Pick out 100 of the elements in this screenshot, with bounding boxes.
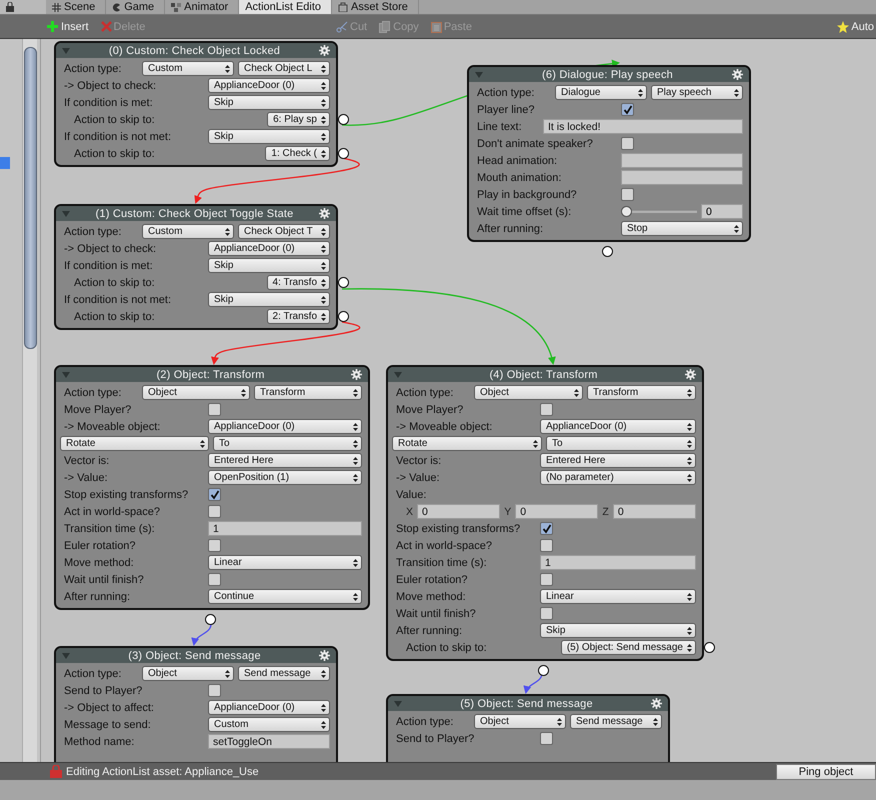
- node-title-bar[interactable]: (1) Custom: Check Object Toggle State: [56, 206, 336, 221]
- checkbox[interactable]: [208, 539, 221, 552]
- node-title-bar[interactable]: (5) Object: Send message: [388, 696, 668, 711]
- checkbox[interactable]: [540, 732, 553, 745]
- action-node[interactable]: (3) Object: Send message Action type: Object Send message Send to Player? -> Object to affect: ApplianceDoor (0) Message to send: Custom Method name: setToggleOn: [54, 646, 338, 762]
- dropdown[interactable]: Skip: [208, 129, 330, 144]
- toolbar-button[interactable]: Auto: [835, 20, 876, 32]
- dropdown[interactable]: Linear: [208, 555, 362, 570]
- dropdown[interactable]: Rotate: [60, 436, 209, 451]
- output-port[interactable]: [338, 311, 349, 322]
- dropdown[interactable]: Entered Here: [208, 453, 362, 468]
- slider-thumb[interactable]: [621, 206, 632, 217]
- checkbox[interactable]: [208, 403, 221, 416]
- dropdown[interactable]: Dialogue: [555, 85, 647, 100]
- gear-icon[interactable]: [732, 69, 743, 80]
- dropdown[interactable]: Object: [142, 385, 250, 400]
- gear-icon[interactable]: [319, 45, 330, 56]
- dropdown[interactable]: To: [213, 436, 362, 451]
- checkbox[interactable]: [540, 573, 553, 586]
- dropdown[interactable]: OpenPosition (1): [208, 470, 362, 485]
- tab[interactable]: Scene: [46, 0, 106, 14]
- input-field[interactable]: [621, 153, 743, 168]
- dropdown[interactable]: Custom: [142, 224, 234, 239]
- node-title-bar[interactable]: (4) Object: Transform: [388, 367, 702, 382]
- input-field[interactable]: 0: [417, 504, 500, 519]
- checkbox[interactable]: [540, 539, 553, 552]
- checkbox[interactable]: [540, 522, 553, 535]
- dropdown[interactable]: (5) Object: Send message: [560, 640, 696, 655]
- output-port[interactable]: [338, 114, 349, 125]
- gear-icon[interactable]: [351, 369, 362, 380]
- input-field[interactable]: 1: [208, 521, 362, 536]
- dropdown[interactable]: Object: [474, 714, 566, 729]
- dropdown[interactable]: (No parameter): [540, 470, 696, 485]
- input-field[interactable]: It is locked!: [543, 119, 743, 134]
- tab[interactable]: Asset Store: [332, 0, 419, 14]
- gear-icon[interactable]: [651, 698, 662, 709]
- scrollbar[interactable]: [22, 39, 37, 762]
- dropdown[interactable]: Entered Here: [540, 453, 696, 468]
- node-title-bar[interactable]: (2) Object: Transform: [56, 367, 368, 382]
- node-title-bar[interactable]: (3) Object: Send message: [56, 648, 336, 663]
- dropdown[interactable]: Check Object L: [238, 61, 330, 76]
- checkbox[interactable]: [540, 607, 553, 620]
- dropdown[interactable]: 1: Check (: [265, 146, 330, 161]
- gear-icon[interactable]: [319, 208, 330, 219]
- checkbox[interactable]: [208, 573, 221, 586]
- output-port[interactable]: [338, 277, 349, 288]
- output-port[interactable]: [338, 148, 349, 159]
- dropdown[interactable]: Object: [474, 385, 583, 400]
- checkbox[interactable]: [621, 188, 634, 201]
- input-field[interactable]: setToggleOn: [208, 734, 330, 749]
- dropdown[interactable]: To: [546, 436, 696, 451]
- dropdown[interactable]: Transform: [587, 385, 696, 400]
- dropdown[interactable]: ApplianceDoor (0): [208, 78, 330, 93]
- checkbox[interactable]: [540, 403, 553, 416]
- checkbox[interactable]: [621, 103, 634, 116]
- scrollbar-thumb[interactable]: [24, 47, 36, 349]
- dropdown[interactable]: Custom: [208, 717, 330, 732]
- tab[interactable]: Game: [106, 0, 166, 14]
- dropdown[interactable]: 6: Play sp: [267, 112, 330, 127]
- action-node[interactable]: [54, 41, 338, 167]
- action-node[interactable]: [54, 204, 338, 330]
- ping-object-button[interactable]: Ping object: [776, 764, 876, 780]
- dropdown[interactable]: Transform: [254, 385, 362, 400]
- action-node[interactable]: [467, 65, 751, 242]
- input-field[interactable]: [621, 170, 743, 185]
- input-field[interactable]: 0: [701, 204, 743, 219]
- tab[interactable]: ActionList Edito: [239, 0, 332, 14]
- gear-icon[interactable]: [685, 369, 696, 380]
- dropdown[interactable]: Skip: [208, 258, 330, 273]
- dropdown[interactable]: Stop: [621, 221, 743, 236]
- dropdown[interactable]: ApplianceDoor (0): [208, 700, 330, 715]
- dropdown[interactable]: Skip: [208, 95, 330, 110]
- action-node[interactable]: (5) Object: Send message Action type: Object Send message Send to Player?: [386, 694, 670, 762]
- output-port[interactable]: [205, 614, 216, 625]
- input-field[interactable]: 0: [515, 504, 598, 519]
- checkbox[interactable]: [208, 684, 221, 697]
- output-port[interactable]: [602, 246, 613, 257]
- dropdown[interactable]: Send message: [238, 666, 330, 681]
- gear-icon[interactable]: [319, 650, 330, 661]
- dropdown[interactable]: 2: Transfo: [266, 309, 330, 324]
- dropdown[interactable]: Send message: [570, 714, 662, 729]
- checkbox[interactable]: [621, 137, 634, 150]
- dropdown[interactable]: Linear: [540, 589, 696, 604]
- dropdown[interactable]: Skip: [208, 292, 330, 307]
- input-field[interactable]: 0: [612, 504, 696, 519]
- action-node[interactable]: [386, 365, 704, 661]
- dropdown[interactable]: Skip: [540, 623, 696, 638]
- input-field[interactable]: 1: [540, 555, 696, 570]
- dropdown[interactable]: ApplianceDoor (0): [540, 419, 696, 434]
- toolbar-button[interactable]: Insert: [44, 20, 91, 33]
- checkbox[interactable]: [208, 505, 221, 518]
- dropdown[interactable]: Custom: [142, 61, 234, 76]
- dropdown[interactable]: Continue: [208, 589, 362, 604]
- dropdown[interactable]: Object: [142, 666, 234, 681]
- checkbox[interactable]: [208, 488, 221, 501]
- dropdown[interactable]: Rotate: [392, 436, 542, 451]
- dropdown[interactable]: ApplianceDoor (0): [208, 419, 362, 434]
- node-title-bar[interactable]: (6) Dialogue: Play speech: [469, 67, 749, 82]
- dropdown[interactable]: Check Object T: [238, 224, 330, 239]
- node-title-bar[interactable]: (0) Custom: Check Object Locked: [56, 43, 336, 58]
